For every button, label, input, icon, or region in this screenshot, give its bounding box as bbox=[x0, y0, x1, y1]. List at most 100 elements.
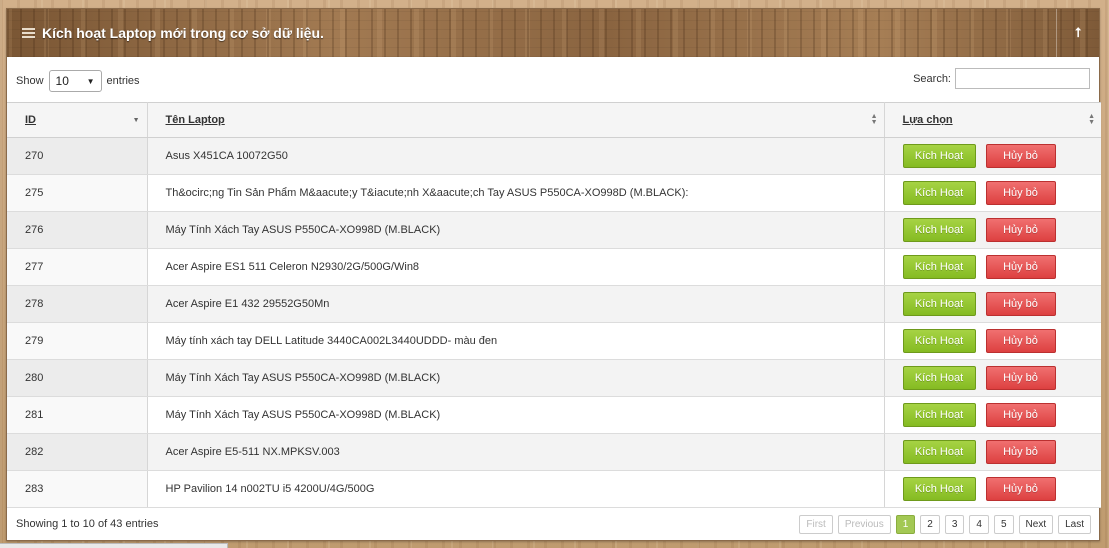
page-button-2[interactable]: 2 bbox=[920, 515, 940, 534]
activate-button[interactable]: Kích Hoạt bbox=[902, 292, 976, 316]
activate-button[interactable]: Kích Hoạt bbox=[902, 366, 976, 390]
actions-cell: Kích Hoạt Hủy bỏ bbox=[884, 396, 1101, 434]
laptop-name-cell: Th&ocirc;ng Tin Sản Phẩm M&aacute;y T&ia… bbox=[147, 174, 885, 212]
actions-cell: Kích Hoạt Hủy bỏ bbox=[884, 322, 1101, 360]
activate-button[interactable]: Kích Hoạt bbox=[902, 477, 976, 501]
page-size-select[interactable]: 10 ▼ bbox=[48, 70, 102, 92]
collapse-up-icon[interactable]: ⭡ bbox=[1067, 22, 1089, 44]
horizontal-scrollbar[interactable] bbox=[0, 543, 228, 548]
column-header-label: ID bbox=[25, 114, 36, 126]
activate-button[interactable]: Kích Hoạt bbox=[902, 403, 976, 427]
id-cell: 283 bbox=[7, 470, 148, 508]
cancel-button[interactable]: Hủy bỏ bbox=[985, 329, 1056, 353]
id-cell: 277 bbox=[7, 248, 148, 286]
actions-cell: Kích Hoạt Hủy bỏ bbox=[884, 211, 1101, 249]
search-label: Search: bbox=[913, 72, 951, 85]
id-cell: 278 bbox=[7, 285, 148, 323]
page-length-control: Show 10 ▼ entries bbox=[16, 70, 140, 92]
table-row: 270 Asus X451CA 10072G50 Kích Hoạt Hủy bỏ bbox=[7, 137, 1101, 175]
actions-cell: Kích Hoạt Hủy bỏ bbox=[884, 285, 1101, 323]
menu-icon[interactable] bbox=[22, 28, 35, 38]
last-page-button[interactable]: Last bbox=[1058, 515, 1091, 534]
chevron-down-icon: ▼ bbox=[86, 76, 95, 86]
activate-button[interactable]: Kích Hoạt bbox=[902, 329, 976, 353]
id-cell: 279 bbox=[7, 322, 148, 360]
search-input[interactable] bbox=[955, 68, 1090, 89]
table-row: 275 Th&ocirc;ng Tin Sản Phẩm M&aacute;y … bbox=[7, 174, 1101, 212]
header-divider bbox=[1056, 9, 1057, 57]
laptop-name-cell: HP Pavilion 14 n002TU i5 4200U/4G/500G bbox=[147, 470, 885, 508]
table-row: 277 Acer Aspire ES1 511 Celeron N2930/2G… bbox=[7, 248, 1101, 286]
previous-page-button[interactable]: Previous bbox=[837, 515, 891, 534]
laptop-table: ID ▼ Tên Laptop ▲ ▼ Lựa chọn ▲ ▼ 270 Asus … bbox=[7, 102, 1101, 508]
actions-cell: Kích Hoạt Hủy bỏ bbox=[884, 137, 1101, 175]
id-cell: 280 bbox=[7, 359, 148, 397]
actions-cell: Kích Hoạt Hủy bỏ bbox=[884, 470, 1101, 508]
sort-desc-icon: ▼ bbox=[132, 117, 140, 124]
laptop-activation-panel: Kích hoạt Laptop mới trong cơ sở dữ liệu… bbox=[6, 8, 1101, 542]
activate-button[interactable]: Kích Hoạt bbox=[902, 255, 976, 279]
id-cell: 281 bbox=[7, 396, 148, 434]
table-controls: Show 10 ▼ entries Search: bbox=[7, 57, 1099, 102]
id-cell: 270 bbox=[7, 137, 148, 175]
sort-both-icon: ▲ ▼ bbox=[1088, 113, 1095, 126]
actions-cell: Kích Hoạt Hủy bỏ bbox=[884, 248, 1101, 286]
cancel-button[interactable]: Hủy bỏ bbox=[985, 366, 1056, 390]
cancel-button[interactable]: Hủy bỏ bbox=[985, 292, 1056, 316]
cancel-button[interactable]: Hủy bỏ bbox=[985, 403, 1056, 427]
search-control: Search: bbox=[913, 68, 1090, 89]
actions-cell: Kích Hoạt Hủy bỏ bbox=[884, 174, 1101, 212]
page-button-4[interactable]: 4 bbox=[969, 515, 989, 534]
id-cell: 275 bbox=[7, 174, 148, 212]
activate-button[interactable]: Kích Hoạt bbox=[902, 440, 976, 464]
column-header-id[interactable]: ID ▼ bbox=[7, 102, 148, 138]
table-row: 282 Acer Aspire E5-511 NX.MPKSV.003 Kích… bbox=[7, 433, 1101, 471]
activate-button[interactable]: Kích Hoạt bbox=[902, 181, 976, 205]
laptop-name-cell: Asus X451CA 10072G50 bbox=[147, 137, 885, 175]
column-header-name[interactable]: Tên Laptop ▲ ▼ bbox=[147, 102, 885, 138]
sort-both-icon: ▲ ▼ bbox=[870, 113, 878, 126]
cancel-button[interactable]: Hủy bỏ bbox=[985, 144, 1056, 168]
laptop-name-cell: Máy Tính Xách Tay ASUS P550CA-XO998D (M.… bbox=[147, 359, 885, 397]
entries-info: Showing 1 to 10 of 43 entries bbox=[16, 518, 159, 530]
column-header-label: Tên Laptop bbox=[165, 114, 225, 126]
show-label: Show bbox=[16, 75, 44, 87]
cancel-button[interactable]: Hủy bỏ bbox=[985, 255, 1056, 279]
laptop-name-cell: Acer Aspire E5-511 NX.MPKSV.003 bbox=[147, 433, 885, 471]
next-page-button[interactable]: Next bbox=[1018, 515, 1054, 534]
table-row: 283 HP Pavilion 14 n002TU i5 4200U/4G/50… bbox=[7, 470, 1101, 508]
column-header-label: Lựa chọn bbox=[902, 114, 953, 126]
cancel-button[interactable]: Hủy bỏ bbox=[985, 477, 1056, 501]
page-button-3[interactable]: 3 bbox=[944, 515, 965, 534]
table-row: 281 Máy Tính Xách Tay ASUS P550CA-XO998D… bbox=[7, 396, 1101, 434]
page-button-1[interactable]: 1 bbox=[895, 515, 916, 534]
table-row: 280 Máy Tính Xách Tay ASUS P550CA-XO998D… bbox=[7, 359, 1101, 397]
laptop-name-cell: Acer Aspire ES1 511 Celeron N2930/2G/500… bbox=[147, 248, 885, 286]
id-cell: 282 bbox=[7, 433, 148, 471]
entries-label: entries bbox=[106, 75, 140, 87]
first-page-button[interactable]: First bbox=[799, 515, 833, 534]
column-header-options[interactable]: Lựa chọn ▲ ▼ bbox=[884, 102, 1101, 138]
panel-header: Kích hoạt Laptop mới trong cơ sở dữ liệu… bbox=[7, 9, 1099, 57]
id-cell: 276 bbox=[7, 211, 148, 249]
table-header-row: ID ▼ Tên Laptop ▲ ▼ Lựa chọn ▲ ▼ bbox=[7, 102, 1101, 138]
activate-button[interactable]: Kích Hoạt bbox=[902, 144, 976, 168]
actions-cell: Kích Hoạt Hủy bỏ bbox=[884, 433, 1101, 471]
laptop-name-cell: Acer Aspire E1 432 29552G50Mn bbox=[147, 285, 885, 323]
activate-button[interactable]: Kích Hoạt bbox=[902, 218, 976, 242]
pagination: First Previous 1 2 3 4 5 Next Last bbox=[799, 515, 1091, 534]
cancel-button[interactable]: Hủy bỏ bbox=[985, 181, 1056, 205]
table-row: 279 Máy tính xách tay DELL Latitude 3440… bbox=[7, 322, 1101, 360]
table-row: 276 Máy Tính Xách Tay ASUS P550CA-XO998D… bbox=[7, 211, 1101, 249]
cancel-button[interactable]: Hủy bỏ bbox=[985, 218, 1056, 242]
cancel-button[interactable]: Hủy bỏ bbox=[985, 440, 1056, 464]
laptop-name-cell: Máy Tính Xách Tay ASUS P550CA-XO998D (M.… bbox=[147, 396, 885, 434]
laptop-name-cell: Máy tính xách tay DELL Latitude 3440CA00… bbox=[147, 322, 885, 360]
panel-title: Kích hoạt Laptop mới trong cơ sở dữ liệu… bbox=[42, 25, 324, 41]
laptop-name-cell: Máy Tính Xách Tay ASUS P550CA-XO998D (M.… bbox=[147, 211, 885, 249]
page-button-5[interactable]: 5 bbox=[993, 515, 1014, 534]
table-footer: Showing 1 to 10 of 43 entries First Prev… bbox=[7, 508, 1099, 542]
actions-cell: Kích Hoạt Hủy bỏ bbox=[884, 359, 1101, 397]
page-size-value: 10 bbox=[55, 74, 69, 88]
table-row: 278 Acer Aspire E1 432 29552G50Mn Kích H… bbox=[7, 285, 1101, 323]
